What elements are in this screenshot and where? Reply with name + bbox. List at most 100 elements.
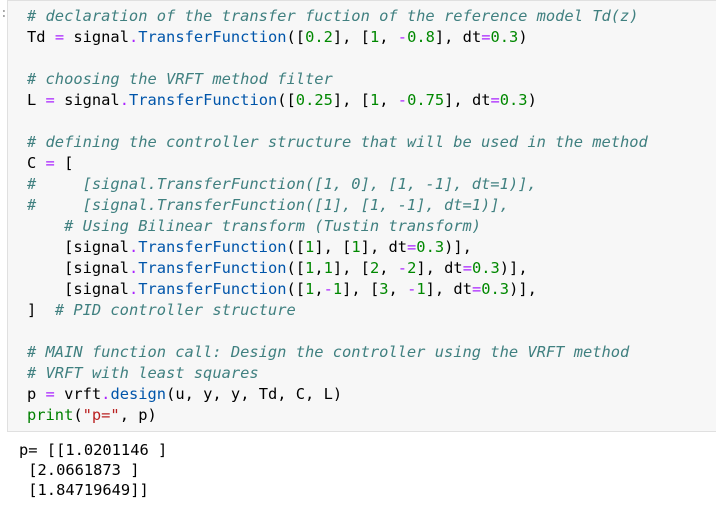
code-comment: # [signal.TransferFunction([1, 0], [1, -… <box>27 175 537 193</box>
code-token: TransferFunction <box>138 280 287 298</box>
code-token: 0.3 <box>490 28 519 46</box>
notebook: : # declaration of the transfer fuction … <box>0 0 716 519</box>
code-token: , <box>379 91 398 109</box>
code-token: 1 <box>351 238 361 256</box>
code-token: TransferFunction <box>128 91 278 109</box>
output-line: [2.0661873 ] <box>19 461 140 479</box>
code-line: ] # PID controller structure <box>27 300 648 321</box>
code-token: , <box>379 259 398 277</box>
code-token: - <box>323 280 333 298</box>
code-token: 0.8 <box>407 28 435 46</box>
code-token: ], dt <box>416 259 463 277</box>
output-line: p= [[1.0201146 ] <box>19 441 168 459</box>
code-token: ], dt <box>425 280 472 298</box>
code-token: ( <box>73 406 83 424</box>
code-token: 0.3 <box>499 91 528 109</box>
code-comment: # declaration of the transfer fuction of… <box>27 7 639 25</box>
code-token: ([ <box>286 238 306 256</box>
code-token: 1 <box>305 259 315 277</box>
code-token: ], dt <box>360 238 408 256</box>
code-token: 0.25 <box>295 91 333 109</box>
code-token: ], [ <box>342 280 380 298</box>
output-line: [1.84719649]] <box>19 481 149 499</box>
code-token: , <box>314 259 324 277</box>
code-token: design <box>110 385 167 403</box>
code-token: ], [ <box>332 91 370 109</box>
code-token: = <box>54 28 65 46</box>
code-line: # declaration of the transfer fuction of… <box>27 6 648 27</box>
code-token: 0.2 <box>305 28 333 46</box>
code-comment: # VRFT with least squares <box>27 364 259 382</box>
code-token: ], dt <box>444 91 491 109</box>
code-token: 1 <box>305 238 315 256</box>
code-token: "p=" <box>82 406 120 424</box>
code-token: = <box>45 385 55 403</box>
code-token: . <box>128 280 139 298</box>
code-token: , p) <box>119 406 157 424</box>
code-token: print <box>27 406 74 424</box>
code-line: [signal.TransferFunction([1,1], [2, -2],… <box>27 258 648 279</box>
code-token: 1 <box>416 280 426 298</box>
code-token: Td <box>27 28 55 46</box>
code-comment: # PID controller structure <box>54 301 296 319</box>
code-token: TransferFunction <box>138 238 287 256</box>
code-token: )], <box>499 259 528 277</box>
code-token: = <box>490 91 500 109</box>
code-token: ], [ <box>314 238 352 256</box>
code-token: , <box>388 280 408 298</box>
code-token: ) <box>527 91 537 109</box>
code-token: ], [ <box>332 28 370 46</box>
code-line: # [signal.TransferFunction([1, 0], [1, -… <box>27 174 648 195</box>
code-token: 1 <box>323 259 333 277</box>
code-token: - <box>397 28 408 46</box>
code-line: # defining the controller structure that… <box>27 132 648 153</box>
code-line: print("p=", p) <box>27 405 648 426</box>
code-token: 3 <box>379 280 389 298</box>
code-token: ([ <box>277 91 296 109</box>
code-token: [ <box>54 154 74 172</box>
code-token: TransferFunction <box>138 28 287 46</box>
cell-output: p= [[1.0201146 ] [2.0661873 ] [1.8471964… <box>19 440 167 500</box>
code-line: # choosing the VRFT method filter <box>27 69 648 90</box>
code-token: vrft <box>54 385 102 403</box>
code-line: L = signal.TransferFunction([0.25], [1, … <box>27 90 648 111</box>
code-line: # Using Bilinear transform (Tustin trans… <box>27 216 648 237</box>
code-token: p <box>27 385 46 403</box>
code-comment: # [signal.TransferFunction([1], [1, -1],… <box>27 196 509 214</box>
code-cell-input[interactable]: # declaration of the transfer fuction of… <box>7 0 716 432</box>
code-line: p = vrft.design(u, y, y, Td, C, L) <box>27 384 648 405</box>
code-token: (u, y, y, Td, C, L) <box>166 385 343 403</box>
code-token: ) <box>518 28 528 46</box>
code-token: , <box>314 280 324 298</box>
code-token: - <box>397 91 408 109</box>
code-token: 0.3 <box>471 259 500 277</box>
code-token: = <box>45 91 55 109</box>
code-token: 1 <box>332 280 343 298</box>
code-token: C <box>27 154 46 172</box>
code-token: = <box>45 154 55 172</box>
code-token: - <box>407 280 417 298</box>
code-comment: # Using Bilinear transform (Tustin trans… <box>64 217 482 235</box>
code-token: - <box>397 259 408 277</box>
code-line: # [signal.TransferFunction([1], [1, -1],… <box>27 195 648 216</box>
code-token: [signal <box>27 238 129 256</box>
code-token: 0.75 <box>407 91 445 109</box>
code-token: 0.3 <box>481 280 510 298</box>
code-token: ], [ <box>332 259 370 277</box>
code-token: ] <box>27 301 55 319</box>
code-line: # MAIN function call: Design the control… <box>27 342 648 363</box>
code-line: C = [ <box>27 153 648 174</box>
code-token: ([ <box>286 259 306 277</box>
code-comment: # defining the controller structure that… <box>27 133 648 151</box>
code-token: = <box>462 259 472 277</box>
code-token: TransferFunction <box>138 259 287 277</box>
code-editor[interactable]: # declaration of the transfer fuction of… <box>27 6 648 426</box>
code-token: . <box>128 28 139 46</box>
code-token: signal <box>54 91 120 109</box>
code-token: ], dt <box>434 28 482 46</box>
code-line: [signal.TransferFunction([1,-1], [3, -1]… <box>27 279 648 300</box>
code-line: # VRFT with least squares <box>27 363 648 384</box>
code-token: 2 <box>407 259 417 277</box>
